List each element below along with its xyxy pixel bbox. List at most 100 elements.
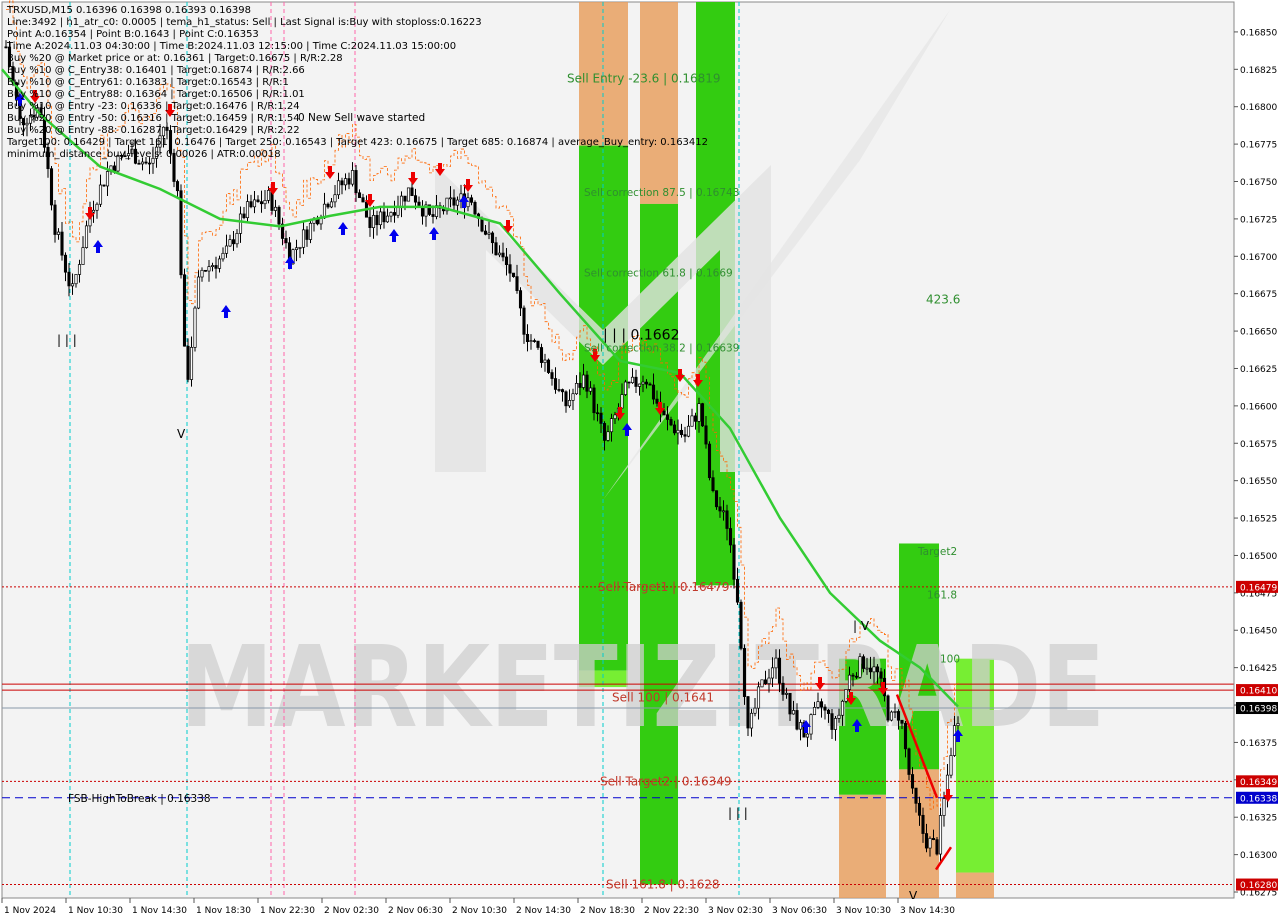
candle-body [819,701,824,708]
candle-body [189,347,194,380]
candle-body [539,347,544,363]
candle-body [637,383,642,387]
candle-body [861,656,866,669]
candle-body [935,839,939,855]
price-tick-label: 0.16825 [1240,66,1277,76]
info-line-9: Buy %20 @ Entry -50: 0.16316 | Target:0.… [7,113,300,124]
candle-body [952,725,957,756]
candle-body [644,381,649,385]
candle-body [375,215,379,226]
price-tick-label: 0.16625 [1240,365,1277,375]
candle-body [455,199,460,206]
candle-body [543,359,547,363]
price-tick-label: 0.16450 [1240,627,1277,637]
candle-body [210,265,215,267]
candle-body [746,696,750,729]
candle-body [112,165,117,172]
chart-annotation: | | | 0.1662 [603,328,680,344]
candle-body [735,578,740,603]
candle-body [235,233,239,245]
info-line-10: Buy %20 @ Entry -88: 0.16287 | Target:0.… [7,125,300,136]
price-tick-label: 0.16550 [1240,477,1277,487]
candle-body [392,212,397,216]
candle-body [403,195,407,202]
candle-body [508,264,512,274]
candle-body [221,252,225,260]
time-tick-label: 3 Nov 14:30 [900,906,955,916]
candle-body [634,376,638,387]
candle-body [63,254,68,273]
price-tick-label: 0.16325 [1240,814,1277,824]
candle-body [690,415,694,427]
candle-body [592,387,596,414]
candle-body [452,197,456,206]
candle-body [217,258,222,269]
info-line-4: Buy %20 @ Market price or at: 0.16361 | … [7,53,343,64]
candle-body [140,161,145,165]
candle-body [487,232,491,235]
candle-body [809,714,813,735]
candle-body [651,384,656,400]
candle-body [931,838,936,840]
candle-body [896,711,901,721]
candle-body [77,264,82,275]
chart-annotation: Sell correction 38.2 | 0.16639 [584,343,739,355]
candle-body [74,274,78,285]
candle-body [630,376,635,384]
candle-body [277,206,281,225]
candle-body [490,232,495,244]
candle-body [84,225,89,248]
candle-body [70,283,75,287]
candle-body [137,162,141,165]
price-tag-label: 0.16398 [1240,705,1277,715]
chart-annotation: Sell Entry -23.6 | 0.16819 [567,71,721,85]
candle-body [602,423,607,441]
candle-body [623,381,628,395]
candle-body [413,195,418,203]
candle-body [469,197,474,203]
candle-body [774,657,778,669]
candle-body [333,194,337,203]
candle-body [805,733,810,738]
candle-body [865,667,869,670]
info-line-5: Buy %10 @ C_Entry38: 0.16401 | Target:0.… [7,65,305,76]
time-tick-label: 2 Nov 02:30 [324,906,379,916]
time-tick-label: 3 Nov 10:30 [836,906,891,916]
candle-body [200,269,204,278]
candle-body [245,201,250,219]
candle-body [795,710,799,730]
chart-annotation: Sell correction 87.5 | 0.16743 [584,187,739,199]
candle-body [231,239,236,245]
candle-body [308,222,313,240]
candle-body [228,239,232,247]
candle-body [767,677,771,685]
time-tick-label: 1 Nov 10:30 [68,906,123,916]
price-tick-label: 0.16675 [1240,290,1277,300]
time-tick-label: 1 Nov 2024 [4,906,56,916]
candle-body [613,414,617,419]
candle-body [497,252,502,256]
info-line-8: Buy %10 @ Entry -23: 0.16336 | Target:0.… [7,101,300,112]
candle-body [515,276,519,291]
candle-body [679,429,684,436]
info-line-11: Target100: 0.16429 | Target 161: 0.16476… [6,137,708,148]
price-tick-label: 0.16775 [1240,141,1277,151]
price-tick-label: 0.16500 [1240,552,1277,562]
candle-body [641,381,645,385]
info-line-2: Point A:0.16354 | Point B:0.1643 | Point… [7,29,259,40]
candle-body [791,710,796,715]
candle-body [879,671,883,679]
candle-body [942,798,946,816]
candle-body [581,374,586,388]
candle-body [105,171,110,187]
candle-body [91,209,96,213]
candle-body [868,667,873,673]
candle-body [382,211,386,223]
info-line-1: Line:3492 | h1_atr_c0: 0.0005 | tema_h1_… [7,17,482,28]
candle-body [550,372,554,379]
watermark-text: MARKETIZITRADE [180,623,1105,753]
candle-body [700,403,705,427]
candle-body [739,601,743,649]
candle-body [858,656,862,678]
candle-body [81,247,85,265]
